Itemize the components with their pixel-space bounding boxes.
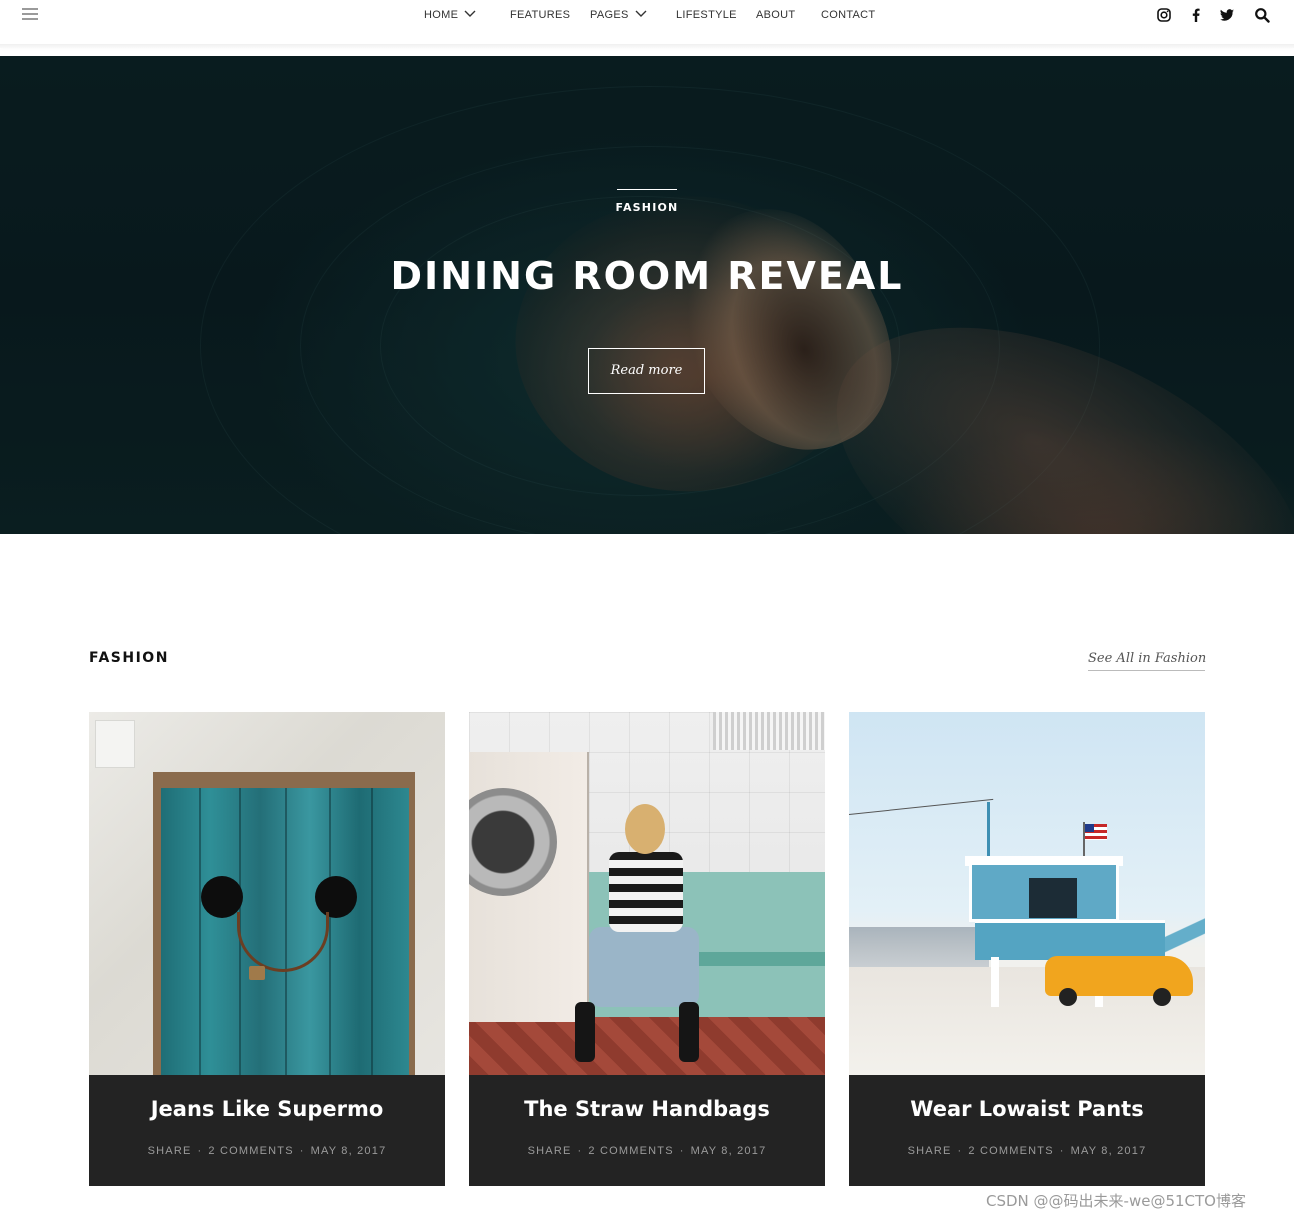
post-card[interactable]: Jeans Like Supermo SHARE · 2 COMMENTS · MAY …	[89, 712, 445, 1186]
distant-buildings	[849, 927, 989, 967]
post-date: MAY 8, 2017	[310, 1145, 387, 1157]
chevron-down-icon	[635, 10, 647, 17]
nav-item-label: ABOUT	[756, 9, 796, 21]
facebook-icon[interactable]	[1188, 7, 1204, 23]
door-plank	[329, 788, 331, 1075]
share-link[interactable]: SHARE	[528, 1145, 572, 1157]
comments-link[interactable]: 2 COMMENTS	[968, 1145, 1053, 1157]
meta-separator: ·	[679, 1145, 685, 1157]
top-navbar: HOME FEATURES PAGES LIFESTYLE ABOUT CONT…	[0, 0, 1294, 48]
tower-leg	[991, 957, 999, 1007]
tile-floor-image	[469, 1017, 825, 1075]
comments-link[interactable]: 2 COMMENTS	[208, 1145, 293, 1157]
post-card-caption: The Straw Handbags SHARE · 2 COMMENTS · MAY …	[469, 1075, 825, 1186]
post-card-title[interactable]: The Straw Handbags	[469, 1097, 825, 1121]
person-jeans-image	[589, 927, 699, 1007]
hamburger-menu-icon[interactable]	[22, 8, 38, 22]
nav-item-features[interactable]: FEATURES	[510, 8, 570, 22]
wheel	[1153, 988, 1171, 1006]
post-card-title[interactable]: Wear Lowaist Pants	[849, 1097, 1205, 1121]
post-card-image[interactable]	[89, 712, 445, 1075]
share-link[interactable]: SHARE	[148, 1145, 192, 1157]
nav-item-contact[interactable]: CONTACT	[821, 8, 875, 22]
nav-item-label: CONTACT	[821, 9, 876, 21]
read-more-button[interactable]: Read more	[588, 348, 705, 394]
hero-category-divider	[617, 189, 677, 190]
boot-image	[679, 1002, 699, 1062]
chevron-down-icon	[464, 10, 476, 17]
person-sweater-image	[609, 852, 683, 932]
navbar-shadow	[0, 44, 1294, 48]
meta-separator: ·	[1059, 1145, 1065, 1157]
nav-item-label: LIFESTYLE	[676, 9, 737, 21]
meta-separator: ·	[299, 1145, 305, 1157]
comments-link[interactable]: 2 COMMENTS	[588, 1145, 673, 1157]
us-flag-image	[1085, 824, 1107, 840]
nav-item-about[interactable]: ABOUT	[756, 8, 795, 22]
post-card-caption: Jeans Like Supermo SHARE · 2 COMMENTS · MAY …	[89, 1075, 445, 1186]
post-card-meta: SHARE · 2 COMMENTS · MAY 8, 2017	[469, 1145, 825, 1157]
post-card-image[interactable]	[849, 712, 1205, 1075]
padlock-image	[249, 966, 265, 980]
twitter-icon[interactable]	[1219, 7, 1235, 23]
post-card-meta: SHARE · 2 COMMENTS · MAY 8, 2017	[89, 1145, 445, 1157]
nav-item-lifestyle[interactable]: LIFESTYLE	[676, 8, 737, 22]
meta-separator: ·	[577, 1145, 583, 1157]
hero-title[interactable]: DINING ROOM REVEAL	[297, 252, 997, 300]
post-card[interactable]: Wear Lowaist Pants SHARE · 2 COMMENTS · MAY …	[849, 712, 1205, 1186]
vent-image	[713, 712, 825, 750]
see-all-link[interactable]: See All in Fashion	[1088, 651, 1206, 671]
section-title: FASHION	[89, 650, 169, 666]
share-link[interactable]: SHARE	[908, 1145, 952, 1157]
post-card-meta: SHARE · 2 COMMENTS · MAY 8, 2017	[849, 1145, 1205, 1157]
door-plank	[199, 788, 201, 1075]
boot-image	[575, 1002, 595, 1062]
nav-item-pages[interactable]: PAGES	[590, 8, 647, 22]
search-icon[interactable]	[1254, 7, 1270, 23]
watermark-text: CSDN @@码出未来-we@51CTO博客	[986, 1192, 1246, 1210]
nav-item-label: HOME	[424, 9, 459, 21]
post-card-caption: Wear Lowaist Pants SHARE · 2 COMMENTS · MAY …	[849, 1075, 1205, 1186]
hero-category[interactable]: FASHION	[547, 201, 747, 214]
wheel	[1059, 988, 1077, 1006]
post-date: MAY 8, 2017	[1070, 1145, 1147, 1157]
nav-item-home[interactable]: HOME	[424, 8, 476, 22]
post-card-title[interactable]: Jeans Like Supermo	[89, 1097, 445, 1121]
light-switch-image	[95, 720, 135, 768]
post-date: MAY 8, 2017	[690, 1145, 767, 1157]
hero-banner: FASHION DINING ROOM REVEAL Read more	[0, 56, 1294, 534]
post-card-image[interactable]	[469, 712, 825, 1075]
meta-separator: ·	[957, 1145, 963, 1157]
nav-item-label: PAGES	[590, 9, 629, 21]
utility-pole	[987, 802, 990, 862]
tower-deck	[975, 920, 1165, 960]
meta-separator: ·	[197, 1145, 203, 1157]
nav-item-label: FEATURES	[510, 9, 571, 21]
person-head-image	[625, 804, 665, 854]
door-plank	[371, 788, 373, 1075]
instagram-icon[interactable]	[1156, 7, 1172, 23]
tower-window	[1029, 878, 1077, 918]
post-card[interactable]: The Straw Handbags SHARE · 2 COMMENTS · MAY …	[469, 712, 825, 1186]
